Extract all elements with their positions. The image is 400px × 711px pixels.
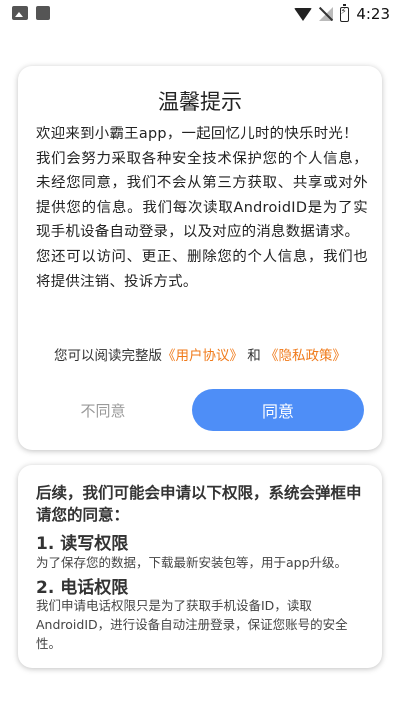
dialog-paragraph: 欢迎来到小霸王app，一起回忆儿时的快乐时光！: [36, 126, 358, 142]
agreement-and: 和: [242, 348, 266, 364]
privacy-dialog: 温馨提示 欢迎来到小霸王app，一起回忆儿时的快乐时光！ 我们会努力采取各种安全…: [18, 66, 382, 450]
privacy-policy-link[interactable]: 《隐私政策》: [265, 348, 346, 364]
dialog-paragraph: 您还可以访问、更正、删除您的个人信息，我们也将提供注销、投诉方式。: [36, 248, 368, 290]
dialog-paragraph: 我们会努力采取各种安全技术保护您的个人信息，未经您同意，我们不会从第三方获取、共…: [36, 150, 368, 241]
permissions-intro: 后续，我们可能会申请以下权限，系统会弹框申请您的同意：: [36, 484, 362, 524]
permission-desc-phone: 我们申请电话权限只是为了获取手机设备ID，读取AndroidID，进行设备自动注…: [36, 598, 348, 651]
permission-desc-storage: 为了保存您的数据，下载最新安装包等，用于app升级。: [36, 555, 348, 570]
image-icon: [12, 6, 28, 20]
agreement-prefix: 您可以阅读完整版: [53, 348, 162, 364]
dialog-title: 温馨提示: [158, 90, 242, 114]
status-bar: 4:23: [0, 0, 400, 28]
status-time: 4:23: [356, 5, 390, 23]
battery-charging-icon: [340, 3, 350, 22]
agreement-line: 您可以阅读完整版《用户协议》 和 《隐私政策》: [18, 344, 382, 364]
square-icon: [36, 6, 50, 20]
permission-title-phone: 2. 电话权限: [36, 578, 129, 598]
no-signal-icon: [319, 7, 334, 21]
dialog-body: 欢迎来到小霸王app，一起回忆儿时的快乐时光！ 我们会努力采取各种安全技术保护您…: [36, 122, 368, 294]
decline-button[interactable]: 不同意: [58, 389, 148, 431]
permissions-card: 后续，我们可能会申请以下权限，系统会弹框申请您的同意： 1. 读写权限 为了保存…: [18, 465, 382, 668]
user-agreement-link[interactable]: 《用户协议》: [162, 348, 243, 364]
wifi-icon: [294, 7, 313, 21]
permission-title-storage: 1. 读写权限: [36, 534, 129, 554]
accept-button[interactable]: 同意: [192, 389, 364, 431]
